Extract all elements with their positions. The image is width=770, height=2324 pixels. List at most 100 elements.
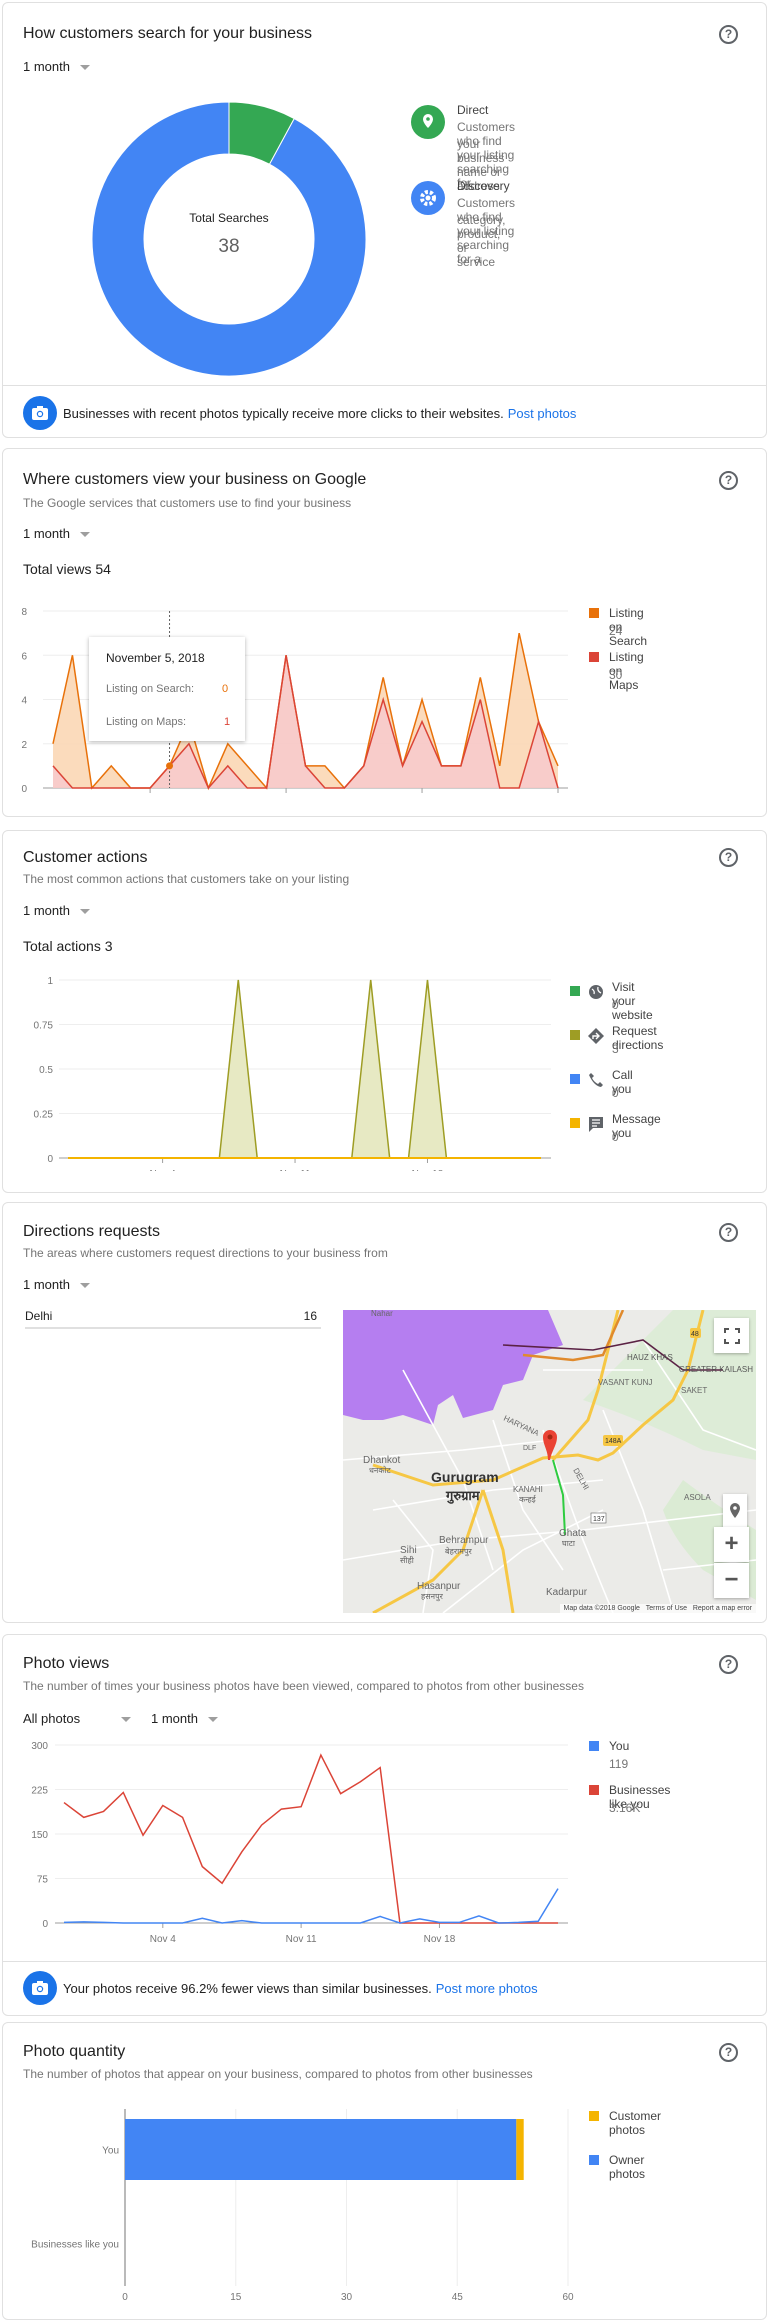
x-tick-label: 15 (230, 2292, 242, 2303)
map-label: हसनपुर (421, 1592, 444, 1602)
x-tick-label: 45 (452, 2292, 464, 2303)
fullscreen-button[interactable] (714, 1318, 749, 1353)
photo-views-card: Photo views The number of times your bus… (2, 1634, 767, 2016)
x-tick-label: Nov 11 (286, 1934, 317, 1945)
post-more-photos-link[interactable]: Post more photos (436, 1981, 538, 1996)
category-label: You (102, 2146, 119, 2157)
legend-label: Customer photos (609, 2109, 662, 2137)
help-icon[interactable]: ? (719, 848, 738, 867)
divider (3, 1961, 766, 1962)
card-title: Where customers view your business on Go… (23, 471, 367, 488)
legend-label: Owner photos (609, 2153, 646, 2181)
category-label: Businesses like you (31, 2240, 119, 2251)
help-icon[interactable]: ? (719, 25, 738, 44)
y-tick-label: 225 (31, 1786, 48, 1797)
map-label: Hasanpur (417, 1581, 461, 1592)
map-label: बेहरामपुर (445, 1546, 472, 1557)
card-title: Photo views (23, 1655, 110, 1672)
y-tick-label: 0.5 (39, 1065, 53, 1076)
map-label: Dhankot (363, 1455, 400, 1466)
y-tick-label: 2 (21, 740, 27, 751)
x-tick-label: Nov 4 (150, 1934, 177, 1945)
period-dropdown[interactable]: 1 month (23, 526, 90, 541)
chevron-down-icon (207, 1717, 218, 1723)
x-tick-label: Nov 11 (280, 1169, 311, 1171)
x-tick-label: 0 (122, 2292, 128, 2303)
total-views: Total views 54 (23, 561, 111, 577)
donut-chart: Total Searches 38 (91, 101, 367, 377)
donut-total: 38 (218, 236, 239, 257)
x-tick-label: Nov 18 (412, 1169, 444, 1171)
map-label: HAUZ KHAS (627, 1353, 673, 1362)
legend-swatch (589, 2111, 599, 2121)
zoom-in-button[interactable]: + (714, 1527, 749, 1562)
y-tick-label: 75 (37, 1875, 49, 1886)
map-label: Behrampur (439, 1535, 489, 1546)
y-tick-label: 150 (31, 1830, 48, 1841)
map-label: SAKET (681, 1386, 707, 1395)
period-dropdown[interactable]: 1 month (23, 59, 90, 74)
x-tick-label: 30 (341, 2292, 353, 2303)
chevron-down-icon (121, 1717, 131, 1723)
map-label: DLF (523, 1445, 536, 1452)
help-icon[interactable]: ? (719, 2043, 738, 2062)
legend-value: 119 (609, 1757, 629, 1771)
pegman-button[interactable] (723, 1494, 747, 1528)
actions-chart: 0 0.25 0.5 0.75 1 Nov 4 Nov 11 Nov 18 (34, 976, 551, 1171)
legend-name: Direct (457, 103, 489, 117)
y-tick-label: 1 (47, 976, 53, 987)
period-value: 1 month (23, 59, 70, 74)
help-icon[interactable]: ? (719, 1655, 738, 1674)
message-icon (589, 1117, 603, 1132)
map-label: धनकोट (369, 1465, 392, 1475)
area-name: Delhi (25, 1309, 53, 1323)
legend-swatch (589, 608, 599, 618)
directions-map[interactable]: Nahar Gurugram गुरुग्राम Dhankot धनकोट K… (343, 1310, 756, 1613)
terms-link[interactable]: Terms of Use (646, 1605, 687, 1612)
photo-tip-banner: Your photos receive 96.2% fewer views th… (23, 1971, 538, 2005)
chevron-down-icon (79, 65, 90, 71)
y-tick-label: 0.25 (34, 1110, 54, 1121)
views-card: Where customers view your business on Go… (2, 448, 767, 817)
photo-filter-dropdown[interactable]: All photos (23, 1711, 131, 1726)
area-row: Delhi 16 (25, 1309, 321, 1329)
chevron-down-icon (79, 1283, 90, 1289)
phone-icon (589, 1073, 603, 1087)
legend-label: Request directions (612, 1024, 664, 1052)
legend-value: 24 (609, 624, 623, 638)
legend-label: You (609, 1739, 630, 1753)
help-icon[interactable]: ? (719, 1223, 738, 1242)
bar-owner-photos (125, 2119, 517, 2180)
legend-desc: category, product, or service (457, 213, 506, 269)
period-dropdown[interactable]: 1 month (23, 903, 90, 918)
period-dropdown[interactable]: 1 month (151, 1711, 218, 1726)
y-tick-label: 8 (21, 607, 27, 618)
legend-swatch (589, 1785, 599, 1795)
legend-label: Message you (612, 1112, 661, 1140)
report-map-error-link[interactable]: Report a map error (693, 1605, 752, 1612)
map-label: कन्हई (519, 1494, 537, 1504)
map-label: VASANT KUNJ (598, 1378, 652, 1387)
legend-swatch (589, 2155, 599, 2165)
zoom-out-button[interactable]: − (714, 1563, 749, 1598)
card-subtitle: The number of photos that appear on your… (23, 2067, 533, 2081)
legend-value: 30 (609, 668, 623, 682)
legend-value: 0 (612, 998, 619, 1012)
y-tick-label: 0 (42, 1919, 48, 1930)
post-photos-link[interactable]: Post photos (508, 406, 577, 421)
help-icon[interactable]: ? (719, 471, 738, 490)
map-label: Sihi (400, 1545, 417, 1556)
period-dropdown[interactable]: 1 month (23, 1277, 90, 1292)
banner-text: Your photos receive 96.2% fewer views th… (63, 1980, 432, 1996)
views-tooltip: November 5, 2018 Listing on Search: 0 Li… (89, 637, 245, 741)
card-title: Customer actions (23, 849, 148, 866)
y-tick-label: 6 (21, 651, 27, 662)
photo-views-chart: 0 75 150 225 300 Nov 4 Nov 11 Nov 18 (31, 1741, 568, 1945)
map-label: 48 (691, 1331, 699, 1338)
banner-text: Businesses with recent photos typically … (63, 405, 504, 421)
legend-swatch (570, 1074, 580, 1084)
y-tick-label: 0 (21, 784, 27, 794)
chevron-down-icon (79, 909, 90, 915)
map-label: KANAHI (513, 1485, 543, 1494)
map-label: Kadarpur (546, 1587, 588, 1598)
